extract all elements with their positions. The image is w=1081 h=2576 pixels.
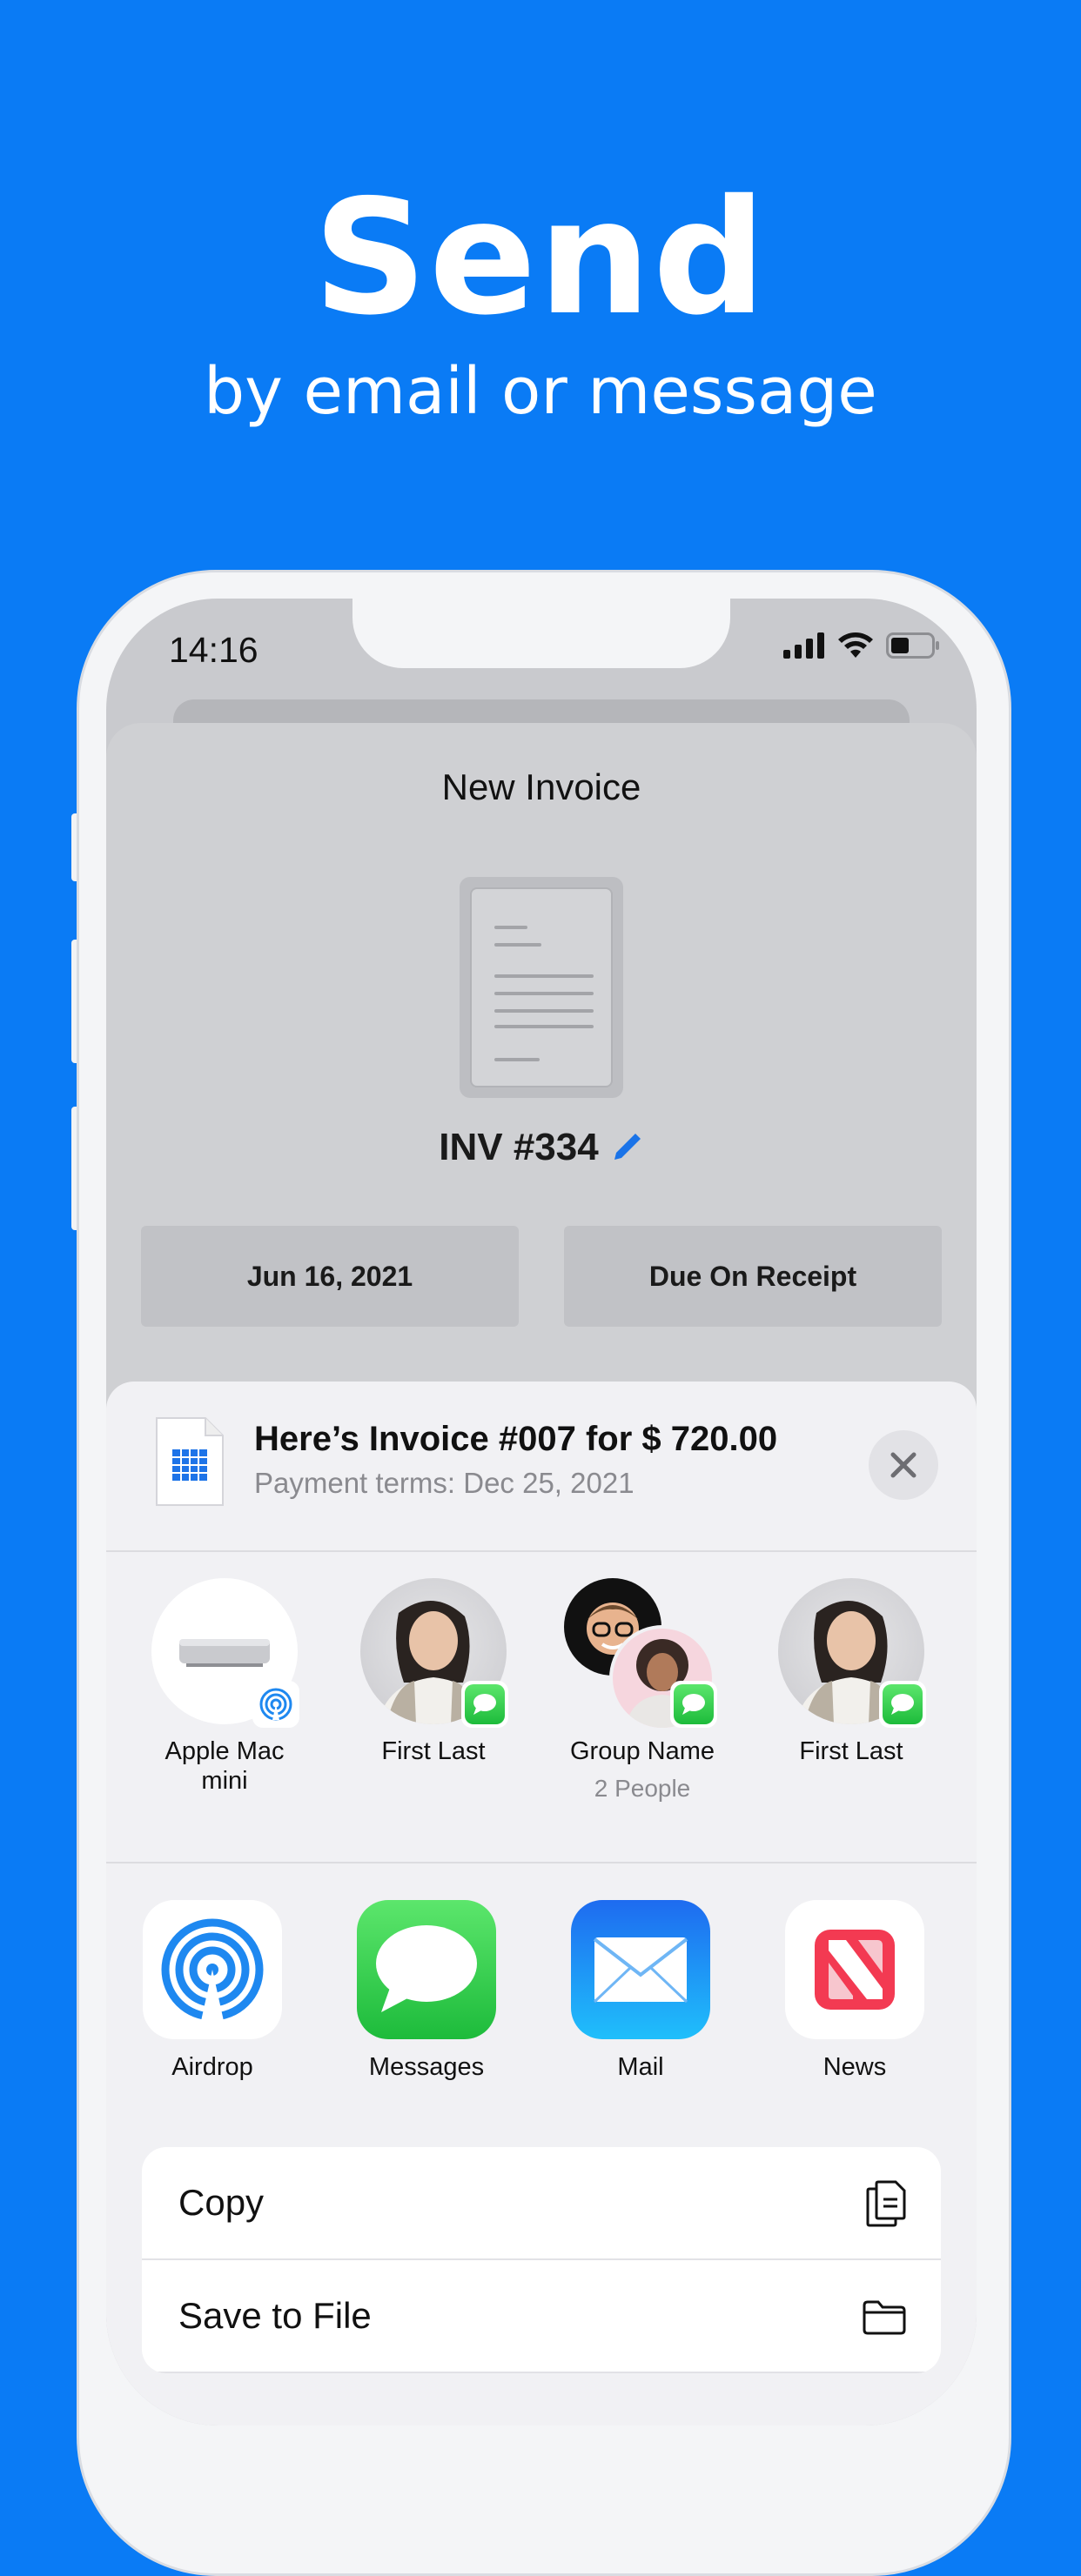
messages-icon	[473, 1694, 496, 1715]
apps-row: Airdrop Messages Mail News	[106, 1900, 977, 2091]
document-preview[interactable]	[460, 877, 623, 1098]
mail-app-icon	[571, 1900, 710, 2039]
folder-icon	[863, 2300, 906, 2335]
contact-meta: 2 People	[594, 1775, 691, 1802]
spreadsheet-file-icon	[156, 1417, 224, 1506]
app-label: News	[822, 2053, 887, 2081]
airdrop-app-icon	[143, 1900, 282, 2039]
phone-notch	[352, 599, 730, 668]
phone-screen: 14:16 New Invoice INV #334 Jun 16, 2021 …	[106, 599, 977, 2425]
app-label: Airdrop	[171, 2053, 253, 2081]
messages-badge	[879, 1681, 926, 1728]
action-label: Save to File	[178, 2295, 372, 2336]
invoice-title: New Invoice	[441, 766, 641, 807]
divider	[106, 1862, 977, 1863]
share-title: Here’s Invoice #007 for $ 720.00	[254, 1420, 778, 1458]
status-time: 14:16	[169, 630, 258, 670]
app-label: Mail	[617, 2053, 664, 2081]
share-subtitle: Payment terms: Dec 25, 2021	[254, 1467, 634, 1499]
airdrop-badge	[252, 1681, 299, 1728]
hero-title: Send	[312, 165, 769, 350]
invoice-number-row[interactable]: INV #334	[106, 1126, 977, 1169]
save-to-file-action[interactable]: Save to File	[142, 2260, 941, 2373]
contact-name: First Last	[381, 1737, 486, 1765]
actions-list: Copy Save to File	[142, 2147, 941, 2373]
wifi-icon	[838, 632, 873, 658]
news-icon	[815, 1930, 895, 2010]
action-label: Copy	[178, 2182, 265, 2223]
messages-app-icon	[357, 1900, 496, 2039]
messages-icon	[682, 1694, 705, 1715]
copy-icon	[866, 2180, 906, 2227]
hero-subtitle: by email or message	[204, 354, 877, 429]
share-header: Here’s Invoice #007 for $ 720.00 Payment…	[106, 1382, 977, 1550]
divider	[106, 1550, 977, 1552]
pencil-icon[interactable]	[609, 1128, 644, 1163]
messages-icon	[376, 1925, 477, 2012]
invoice-date-button[interactable]: Jun 16, 2021	[141, 1226, 519, 1327]
invoice-date: Jun 16, 2021	[246, 1260, 413, 1292]
contact-name: Apple Mac mini	[164, 1737, 285, 1795]
mail-icon	[593, 1937, 688, 2004]
status-icons	[783, 632, 940, 659]
app-label: Messages	[368, 2053, 485, 2081]
messages-badge	[461, 1681, 508, 1728]
payment-terms-button[interactable]: Due On Receipt	[564, 1226, 942, 1327]
cellular-signal-icon	[783, 632, 824, 659]
document-page	[470, 887, 613, 1087]
battery-icon	[886, 632, 939, 659]
payment-terms: Due On Receipt	[648, 1260, 857, 1292]
messages-icon	[891, 1694, 914, 1715]
copy-action[interactable]: Copy	[142, 2147, 941, 2260]
close-icon	[890, 1452, 916, 1478]
airdrop-icon	[161, 1918, 264, 2021]
contact-name: First Last	[799, 1737, 903, 1765]
invoice-number: INV #334	[439, 1126, 599, 1168]
contacts-row: Apple Mac mini First Last Group Name 2 P…	[106, 1578, 977, 1804]
news-app-icon	[785, 1900, 924, 2039]
contact-name: Group Name	[569, 1737, 715, 1765]
airdrop-icon	[259, 1688, 292, 1721]
close-button[interactable]	[869, 1430, 938, 1500]
messages-badge	[670, 1681, 717, 1728]
